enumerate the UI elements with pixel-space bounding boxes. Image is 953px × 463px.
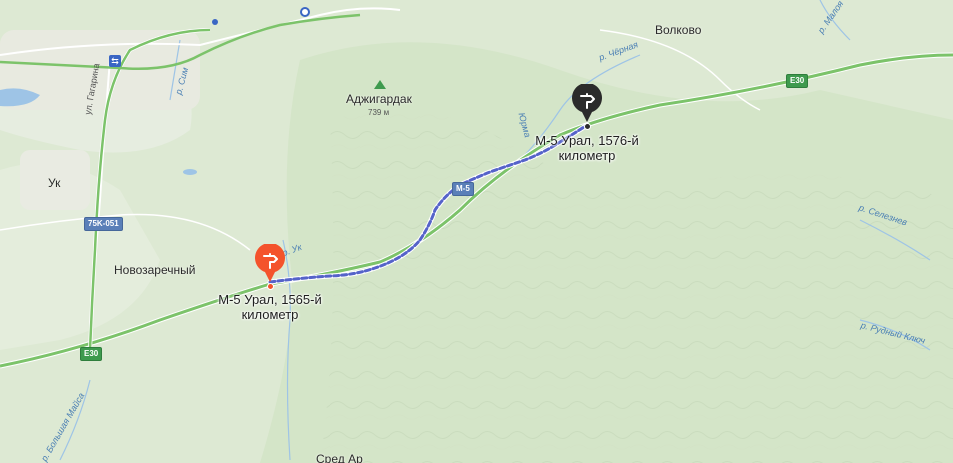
- road-shield-e30-right: E30: [786, 74, 809, 88]
- map-canvas[interactable]: Волково Ук Новозаречный Сред Ар Аджигард…: [0, 0, 953, 463]
- route-end-label-line1: М-5 Урал, 1576-й: [535, 133, 639, 148]
- place-label-bottom: Сред Ар: [316, 452, 363, 463]
- route-end-marker-icon[interactable]: [571, 84, 603, 124]
- road-shield-e30-left: E30: [80, 347, 103, 361]
- route-start-label[interactable]: М-5 Урал, 1565-й километр: [210, 292, 330, 322]
- place-label-volkovo: Волково: [655, 23, 702, 37]
- route-start-point: [267, 283, 274, 290]
- map-base-layer: [0, 0, 953, 463]
- mountain-peak-icon: [374, 80, 386, 89]
- place-label-novozarechny: Новозаречный: [114, 263, 196, 277]
- route-start-marker-icon[interactable]: [254, 244, 286, 284]
- peak-elevation: 739 м: [368, 108, 390, 117]
- road-shield-m5: M-5: [452, 182, 474, 196]
- route-end-label-line2: километр: [558, 148, 616, 163]
- route-start-label-line1: М-5 Урал, 1565-й: [218, 292, 322, 307]
- peak-label: Аджигардак: [346, 92, 412, 106]
- road-shield-75k: 75K-051: [84, 217, 123, 231]
- route-start-label-line2: километр: [241, 307, 299, 322]
- route-end-label[interactable]: М-5 Урал, 1576-й километр: [526, 133, 648, 163]
- transit-station-icon[interactable]: ⇆: [109, 55, 121, 67]
- place-label-uk: Ук: [48, 176, 61, 190]
- route-end-point: [584, 123, 591, 130]
